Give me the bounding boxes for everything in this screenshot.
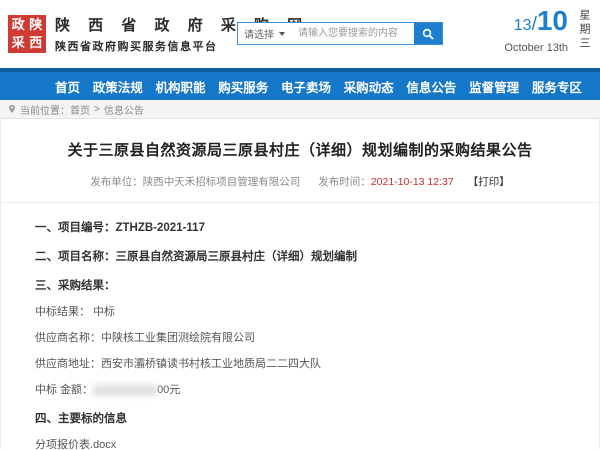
project-name-line: 二、项目名称：三原县自然资源局三原县村庄（详细）规划编制 [35,248,579,264]
article-body: 一、项目编号：ZTHZB-2021-117 二、项目名称：三原县自然资源局三原县… [1,219,599,450]
date-english: October 13th [504,42,568,54]
page-title: 关于三原县自然资源局三原县村庄（详细）规划编制的采购结果公告 [1,119,599,160]
logo-char: 西 [28,35,45,52]
nav-item-procurement-news[interactable]: 采购动态 [344,77,394,96]
nav-item-purchase-service[interactable]: 购买服务 [218,77,268,96]
project-number-label: 一、项目编号： [35,222,116,234]
project-name-label: 二、项目名称： [35,251,116,263]
nav-item-announcements[interactable]: 信息公告 [406,77,456,96]
search-category-select[interactable]: 请选择 [238,23,294,44]
award-amount-line: 中标 金额： 00元 [35,381,579,397]
breadcrumb-current-link[interactable]: 信息公告 [104,102,144,117]
supplier-address-line: 供应商地址：西安市灞桥镇读书村核工业地质局二二四大队 [35,355,579,371]
site-header: 政 陕 采 西 陕 西 省 政 府 采 购 网 陕西省政府购买服务信息平台 请选… [0,0,600,68]
chevron-down-icon [279,32,285,36]
search-input[interactable] [294,23,414,44]
search-bar: 请选择 [237,22,443,45]
search-select-label: 请选择 [244,26,274,41]
logo-char: 陕 [28,17,45,34]
breadcrumb-home-link[interactable]: 首页 [70,102,90,117]
publisher-label: 发布单位： [90,176,143,188]
award-amount-redacted [93,385,157,396]
breadcrumb-label: 当前位置： [20,102,70,117]
date-day: 13 [514,17,532,34]
result-line: 中标结果： 中标 [35,303,579,319]
date-weekday: 星期三 [576,6,592,54]
publisher-value: 陕西中天禾招标项目管理有限公司 [143,176,301,188]
nav-item-functions[interactable]: 机构职能 [155,77,205,96]
pubtime-label: 发布时间： [318,176,371,188]
project-number-line: 一、项目编号：ZTHZB-2021-117 [35,219,579,235]
nav-item-policies[interactable]: 政策法规 [93,77,143,96]
date-month: 10 [537,5,568,36]
nav-item-home[interactable]: 首页 [55,77,80,96]
nav-item-service-zone[interactable]: 服务专区 [532,77,582,96]
attachment-link[interactable]: 分项报价表.docx [35,436,579,450]
award-amount-label: 中标 金额： [35,384,93,396]
article-meta: 发布单位：陕西中天禾招标项目管理有限公司 发布时间：2021-10-13 12:3… [1,174,599,189]
result-section-heading: 三、采购结果： [35,277,579,293]
breadcrumb-separator: > [94,104,100,115]
search-button[interactable] [414,23,442,44]
divider [1,202,599,203]
award-amount-suffix: 00元 [157,384,180,396]
breadcrumb: 当前位置： 首页 > 信息公告 [0,100,600,119]
logo-char: 采 [10,35,27,52]
project-name-value: 三原县自然资源局三原县村庄（详细）规划编制 [116,251,358,263]
nav-item-supervision[interactable]: 监督管理 [469,77,519,96]
date-widget: 13/10 October 13th 星期三 [504,6,592,54]
project-number-value: ZTHZB-2021-117 [116,222,205,234]
main-nav: 首页 政策法规 机构职能 购买服务 电子卖场 采购动态 信息公告 监督管理 服务… [0,68,600,100]
search-icon [422,28,434,40]
supplier-line: 供应商名称：中陕核工业集团测绘院有限公司 [35,329,579,345]
location-pin-icon [8,105,16,113]
logo-char: 政 [10,17,27,34]
nav-item-emall[interactable]: 电子卖场 [281,77,331,96]
pubtime-value: 2021-10-13 12:37 [371,176,454,188]
subject-info-heading: 四、主要标的信息 [35,410,579,426]
print-button[interactable]: 【打印】 [468,176,510,188]
site-logo: 政 陕 采 西 [8,15,46,53]
article-panel: 关于三原县自然资源局三原县村庄（详细）规划编制的采购结果公告 发布单位：陕西中天… [0,119,600,449]
